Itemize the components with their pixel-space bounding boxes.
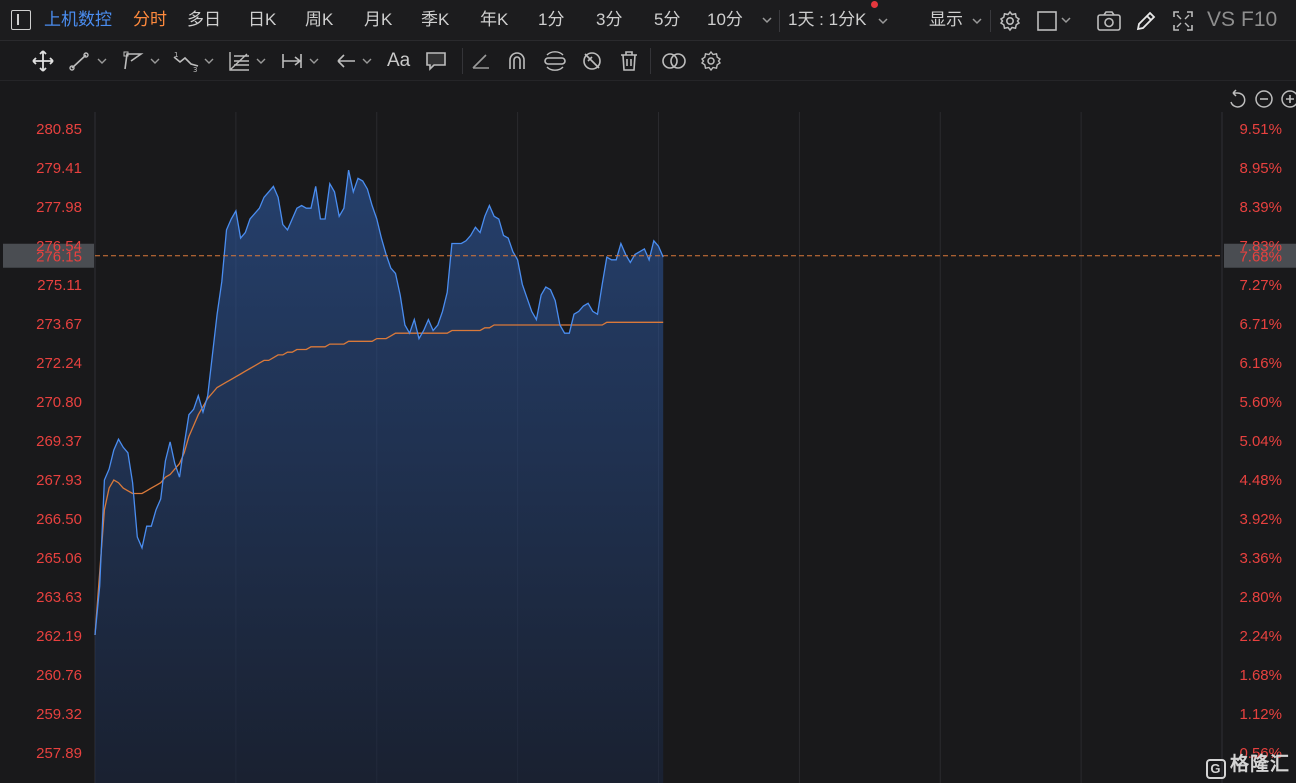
hide-drawings-icon[interactable] [580,49,604,73]
text-tool-icon[interactable]: Aa [387,49,410,73]
y-right-tick-label: 5.04% [1239,433,1282,450]
more-periods-chevron-icon[interactable] [761,14,773,26]
wave-tool-icon[interactable]: 13 [172,49,218,73]
stock-name[interactable]: 上机数控 [44,8,112,32]
tab-1min[interactable]: 1分 [538,8,564,32]
fullscreen-icon[interactable] [1171,9,1195,33]
pencil-icon[interactable] [1134,9,1158,33]
watermark-text: 格隆汇 [1229,754,1290,775]
y-left-tick-label: 279.41 [36,160,82,177]
measure-tool-icon[interactable] [280,49,324,73]
y-left-tick-label: 275.11 [37,277,82,294]
magnet-icon[interactable] [505,49,529,73]
y-left-tick-label: 267.93 [36,472,82,489]
tab-daily-k[interactable]: 日K [248,8,276,32]
tab-intraday[interactable]: 分时 [133,8,167,32]
tab-weekly-k[interactable]: 周K [305,8,333,32]
y-right-tick-label: 4.48% [1239,472,1282,489]
y-left-tick-label: 260.76 [36,667,82,684]
y-right-tick-label: 7.27% [1239,277,1282,294]
y-right-tick-label: 7.83% [1239,238,1282,255]
y-right-tick-label: 6.71% [1239,316,1282,333]
top-bar: 上机数控 分时 多日 日K 周K 月K 季K 年K 1分 3分 5分 10分 1… [0,0,1296,41]
comment-tool-icon[interactable] [424,49,448,73]
y-left-tick-label: 269.37 [36,433,82,450]
y-right-tick-label: 8.39% [1239,199,1282,216]
drawing-toolbar: 13 Aa [0,41,1296,81]
y-right-tick-label: 2.80% [1239,589,1282,606]
y-left-tick-label: 277.98 [36,199,82,216]
y-left-tick-label: 262.19 [36,628,82,645]
line-tool-icon[interactable] [68,49,112,73]
divider [650,48,651,74]
tab-5min[interactable]: 5分 [654,8,680,32]
camera-icon[interactable] [1096,9,1122,33]
y-right-tick-label: 8.95% [1239,160,1282,177]
y-left-tick-label: 273.67 [36,316,82,333]
sync-drawing-icon[interactable] [542,49,568,73]
tab-10min[interactable]: 10分 [707,8,743,32]
svg-text:3: 3 [193,66,197,73]
fibonacci-tool-icon[interactable] [227,49,271,73]
settings-gear-icon[interactable] [998,9,1022,33]
overlay-rings-icon[interactable] [660,49,688,73]
y-left-tick-label: 272.24 [36,355,82,372]
y-left-tick-label: 259.32 [36,706,82,723]
y-right-tick-label: 3.92% [1239,511,1282,528]
divider [779,10,780,32]
display-chevron-icon[interactable] [971,15,983,27]
y-right-tick-label: 9.51% [1239,121,1282,138]
period-chevron-icon[interactable] [877,15,889,27]
watermark-logo: G 格隆汇 [1205,749,1290,779]
f10-button[interactable]: F10 [1241,8,1277,32]
drawing-settings-gear-icon[interactable] [699,49,723,73]
display-menu[interactable]: 显示 [929,8,963,32]
vs-compare-button[interactable]: VS [1207,8,1235,32]
svg-text:1: 1 [174,51,178,59]
y-left-tick-label: 266.50 [36,511,82,528]
arrow-tool-icon[interactable] [335,49,379,73]
y-right-tick-label: 2.24% [1239,628,1282,645]
y-right-tick-label: 3.36% [1239,550,1282,567]
polyline-tool-icon[interactable] [121,49,165,73]
move-cross-icon[interactable] [31,49,55,73]
notification-dot [871,1,878,8]
y-left-tick-label: 265.06 [36,550,82,567]
angle-tool-icon[interactable] [469,49,493,73]
tab-monthly-k[interactable]: 月K [364,8,392,32]
y-right-tick-label: 1.68% [1239,667,1282,684]
y-left-tick-label: 276.54 [36,238,82,255]
tab-yearly-k[interactable]: 年K [480,8,508,32]
y-right-tick-label: 1.12% [1239,706,1282,723]
divider [990,10,991,32]
layout-square-icon[interactable] [1036,9,1076,33]
y-left-tick-label: 270.80 [36,394,82,411]
tab-quarterly-k[interactable]: 季K [421,8,449,32]
trash-icon[interactable] [617,49,641,73]
y-right-tick-label: 5.60% [1239,394,1282,411]
divider [462,48,463,74]
period-select[interactable]: 1天 : 1分K [788,8,866,32]
tab-multi-day[interactable]: 多日 [187,8,221,32]
sidebar-toggle-icon[interactable] [11,10,31,30]
y-left-tick-label: 280.85 [36,121,82,138]
intraday-chart[interactable]: 276.15 7.68% 280.85279.41277.98276.54275.… [0,82,1296,783]
tab-3min[interactable]: 3分 [596,8,622,32]
y-right-tick-label: 6.16% [1239,355,1282,372]
y-left-tick-label: 257.89 [36,745,82,762]
y-left-tick-label: 263.63 [36,589,82,606]
